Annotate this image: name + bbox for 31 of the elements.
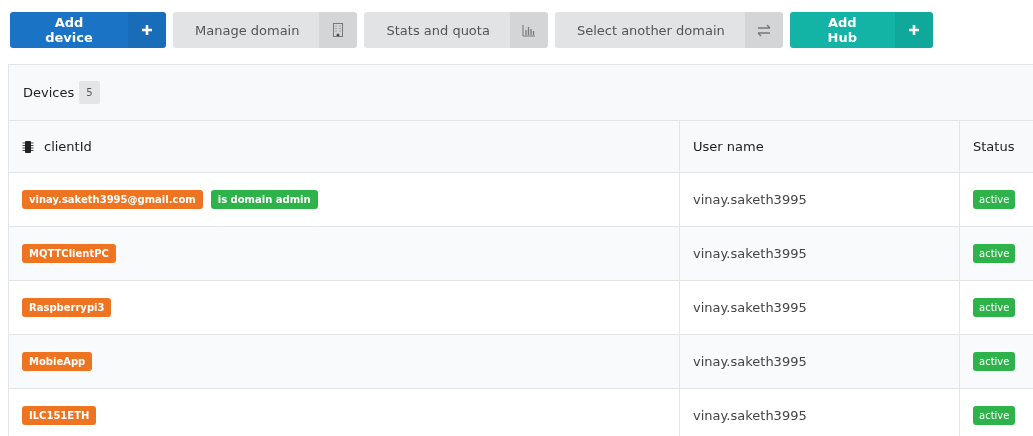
status-badge: active: [973, 190, 1016, 209]
bar-chart-icon: [521, 23, 536, 37]
column-title: clientId: [44, 139, 92, 154]
building-icon: [332, 23, 345, 37]
status-badge: active: [973, 352, 1016, 371]
toolbar-button[interactable]: Manage domain: [173, 12, 358, 48]
client-id-tag: MobieApp: [22, 352, 93, 371]
user-name: vinay.saketh3995: [693, 246, 807, 261]
client-id-tag: vinay.saketh3995@gmail.com: [22, 190, 203, 209]
status-badge: active: [973, 244, 1016, 263]
panel-title: Devices: [23, 85, 75, 100]
client-id-tag: MQTTClientPC: [22, 244, 116, 263]
admin-badge: is domain admin: [210, 190, 318, 209]
client-id-tag: Raspberrypi3: [22, 298, 112, 317]
plus-icon: [141, 24, 153, 36]
user-name: vinay.saketh3995: [693, 354, 807, 369]
user-name: vinay.saketh3995: [693, 408, 807, 423]
status-badge: active: [973, 298, 1016, 317]
column-header: User name: [679, 121, 959, 173]
toolbar-button[interactable]: Add device: [10, 12, 166, 48]
user-name: vinay.saketh3995: [693, 300, 807, 315]
toolbar-button[interactable]: Select another domain: [554, 12, 783, 48]
chip-icon: [22, 139, 34, 154]
client-id-tag: ILC151ETH: [22, 406, 97, 425]
toolbar-button[interactable]: Stats and quota: [364, 12, 548, 48]
swap-arrows-icon: [756, 23, 771, 37]
plus-icon: [907, 24, 920, 36]
count-badge: 5: [79, 81, 100, 104]
status-badge: active: [973, 406, 1016, 425]
column-header: Status: [959, 121, 1033, 173]
user-name: vinay.saketh3995: [693, 192, 807, 207]
